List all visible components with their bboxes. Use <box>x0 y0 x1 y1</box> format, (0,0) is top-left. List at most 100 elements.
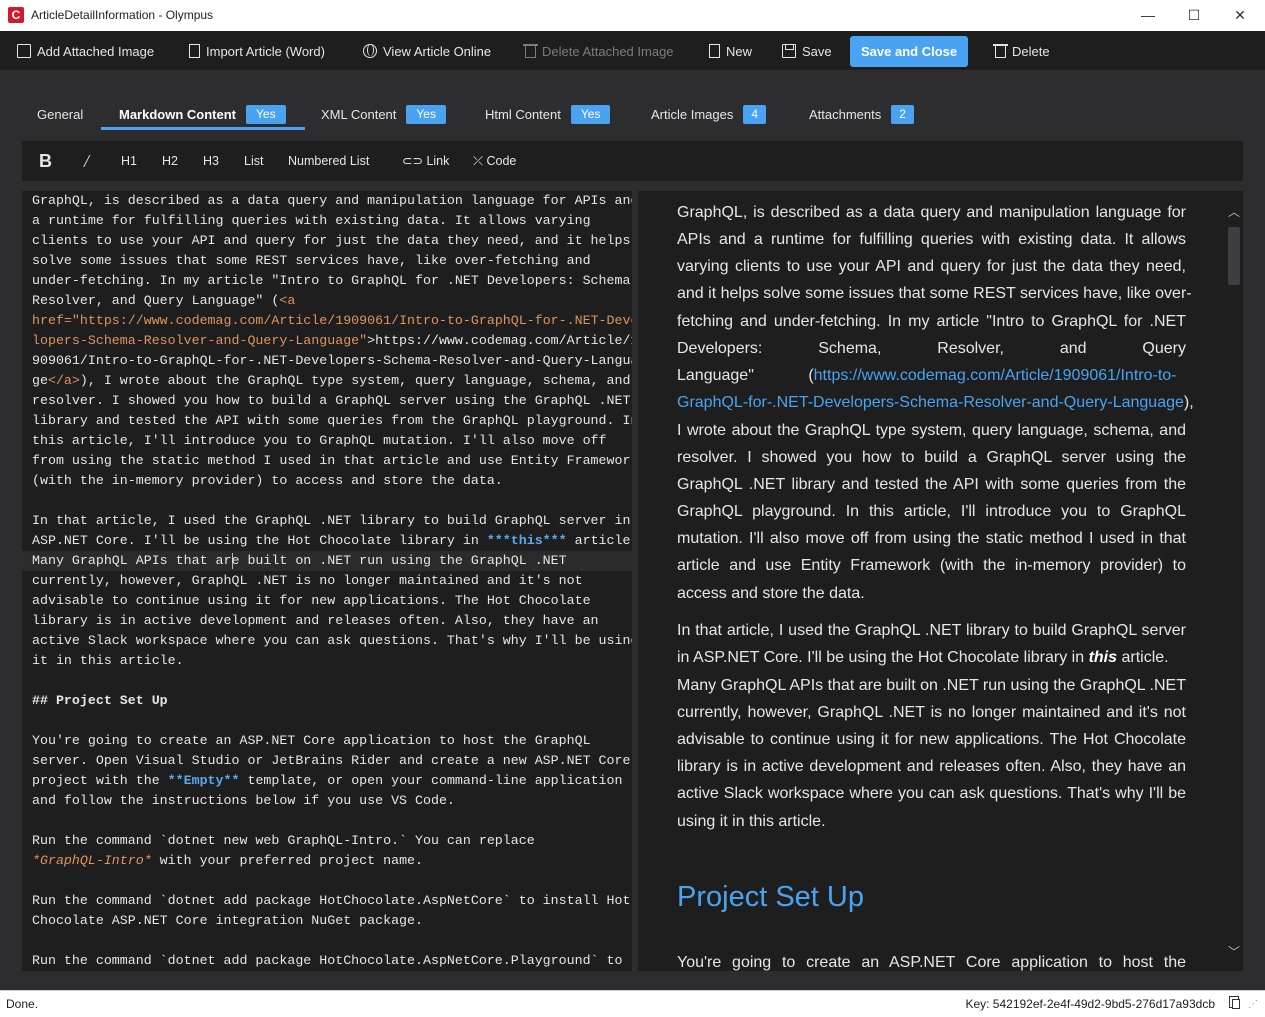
bold-button[interactable]: B <box>39 141 52 181</box>
status-bar: Done. Key: 542192ef-2e4f-49d2-9bd5-276d1… <box>0 990 1265 1017</box>
preview-line: and it helps solve some issues that some… <box>677 285 1192 302</box>
tab-bar: General Markdown Content Yes XML Content… <box>0 70 1265 132</box>
tab-xml-content[interactable]: XML Content Yes <box>321 98 446 130</box>
editor-line: You're going to create an ASP.NET Core a… <box>32 733 591 748</box>
numbered-list-button[interactable]: Numbered List <box>288 141 369 181</box>
preview-line: advisable to continue using it for new a… <box>677 731 1186 748</box>
add-attached-image-button[interactable]: Add Attached Image <box>17 37 154 65</box>
editor-line: and follow the instructions below if you… <box>32 793 455 808</box>
save-and-close-button[interactable]: Save and Close <box>850 36 969 67</box>
editor-text: >https://www.codemag.com/Article/1 <box>367 333 632 348</box>
delete-attached-image-button[interactable]: Delete Attached Image <box>523 37 674 65</box>
editor-line: *GraphQL-Intro* with your preferred proj… <box>32 851 423 871</box>
save-button[interactable]: Save <box>782 37 832 65</box>
image-icon <box>17 44 31 58</box>
tab-attachments-badge: 2 <box>891 104 914 124</box>
new-button[interactable]: New <box>709 37 752 65</box>
preview-line: Developers: Schema, Resolver, and Query <box>677 340 1186 357</box>
preview-line: In that article, I used the GraphQL .NET… <box>677 622 1186 639</box>
preview-line: Many GraphQL APIs that are built on .NET… <box>677 677 1186 694</box>
scroll-down-icon[interactable]: ﹀ <box>1225 943 1243 961</box>
h1-button[interactable]: H1 <box>121 141 137 181</box>
preview-line: GraphQL, is described as a data query an… <box>677 204 1186 221</box>
preview-heading: Project Set Up <box>677 881 864 913</box>
editor-line: library and tested the API with some que… <box>32 413 632 428</box>
tab-general-label: General <box>37 106 84 122</box>
add-attached-image-label: Add Attached Image <box>37 43 155 59</box>
editor-line: lopers-Schema-Resolver-and-Query-Languag… <box>32 331 632 351</box>
editor-line: active Slack workspace where you can ask… <box>32 633 632 648</box>
close-button[interactable]: ✕ <box>1217 0 1263 31</box>
tab-images-badge: 4 <box>743 104 767 124</box>
italic-button[interactable]: / <box>84 141 89 181</box>
minimize-button[interactable]: — <box>1125 0 1171 31</box>
editor-text: ge <box>32 373 48 388</box>
save-and-close-label: Save and Close <box>861 44 958 59</box>
editor-line: clients to use your API and query for ju… <box>32 233 631 248</box>
tab-attachments[interactable]: Attachments 2 <box>809 98 914 130</box>
save-icon <box>782 44 796 58</box>
scroll-thumb[interactable] <box>1228 227 1240 285</box>
editor-html-tag: </a> <box>47 373 80 388</box>
resize-grip-icon[interactable]: ⋰ <box>1248 999 1260 1011</box>
document-icon <box>189 44 200 58</box>
window-title: ArticleDetailInformation - Olympus <box>31 8 214 22</box>
preview-line: GraphQL .NET library and tested the API … <box>677 476 1186 493</box>
preview-line: in ASP.NET Core. I'll be using the Hot C… <box>677 644 1186 671</box>
markdown-editor[interactable]: GraphQL, is described as a data query an… <box>22 191 632 971</box>
editor-text: ), I wrote about the GraphQL type system… <box>79 373 631 388</box>
editor-bold: **Empty** <box>167 773 240 788</box>
maximize-button[interactable]: ☐ <box>1171 0 1217 31</box>
tab-general[interactable]: General <box>37 98 83 130</box>
tab-article-images[interactable]: Article Images 4 <box>651 98 767 130</box>
h2-button[interactable]: H2 <box>162 141 178 181</box>
markdown-preview: GraphQL, is described as a data query an… <box>638 191 1225 971</box>
editor-text: with your preferred project name. <box>151 853 424 868</box>
preview-link[interactable]: GraphQL-for-.NET-Developers-Schema-Resol… <box>677 394 1184 411</box>
preview-line: article and use Entity Framework (with t… <box>677 557 1186 574</box>
editor-text: project with the <box>32 773 168 788</box>
tab-images-label: Article Images <box>651 106 734 122</box>
editor-line: Resolver, and Query Language" (<a <box>32 291 295 311</box>
tab-html-content[interactable]: Html Content Yes <box>485 98 611 130</box>
preview-line: I wrote about the GraphQL type system, q… <box>677 422 1186 439</box>
editor-line: resolver. I showed you how to build a Gr… <box>32 393 631 408</box>
preview-text: in ASP.NET Core. I'll be using the Hot C… <box>677 649 1089 666</box>
preview-line: varying clients to use your API and quer… <box>677 258 1186 275</box>
copy-icon[interactable] <box>1229 996 1240 1009</box>
code-icon: ⤫ <box>473 154 484 168</box>
editor-line: advisable to continue using it for new a… <box>32 593 591 608</box>
tab-markdown-content[interactable]: Markdown Content Yes <box>119 98 286 130</box>
new-document-icon <box>709 44 720 58</box>
tab-html-badge: Yes <box>570 104 611 124</box>
preview-text: Language" <box>677 367 754 384</box>
editor-toolbar: B / H1 H2 H3 List Numbered List ⊂⊃ Link … <box>22 141 1243 181</box>
editor-italic: *GraphQL-Intro* <box>32 853 152 868</box>
trash-icon <box>523 44 538 58</box>
scroll-up-icon[interactable]: ︿ <box>1225 203 1243 221</box>
code-button[interactable]: ⤫ Code <box>473 141 516 181</box>
app-logo-icon: C <box>8 7 24 23</box>
tab-markdown-label: Markdown Content <box>119 106 236 122</box>
delete-button[interactable]: Delete <box>993 37 1050 65</box>
editor-line: currently, however, GraphQL .NET is no l… <box>32 573 583 588</box>
editor-line: it in this article. <box>32 653 184 668</box>
view-online-button[interactable]: View Article Online <box>363 37 491 65</box>
editor-line: under-fetching. In my article "Intro to … <box>32 273 632 288</box>
import-article-button[interactable]: Import Article (Word) <box>189 37 325 65</box>
status-text: Done. <box>6 997 39 1011</box>
link-button[interactable]: ⊂⊃ Link <box>402 141 449 181</box>
preview-line: currently, however, GraphQL .NET is no l… <box>677 704 1186 721</box>
preview-scrollbar[interactable]: ︿ ﹀ <box>1225 191 1243 971</box>
h3-button[interactable]: H3 <box>203 141 219 181</box>
link-label: Link <box>426 154 450 168</box>
tab-html-label: Html Content <box>485 106 561 122</box>
preview-link[interactable]: https://www.codemag.com/Article/1909061/… <box>814 367 1177 384</box>
active-tab-indicator <box>101 127 305 130</box>
preview-line: mutation. I'll also move off from using … <box>677 530 1186 547</box>
list-button[interactable]: List <box>244 141 263 181</box>
preview-line: GraphQL playground. In this article, I'l… <box>677 503 1186 520</box>
import-article-label: Import Article (Word) <box>206 43 325 59</box>
editor-line: GraphQL, is described as a data query an… <box>32 193 632 208</box>
editor-line: 909061/Intro-to-GraphQL-for-.NET-Develop… <box>32 353 632 368</box>
